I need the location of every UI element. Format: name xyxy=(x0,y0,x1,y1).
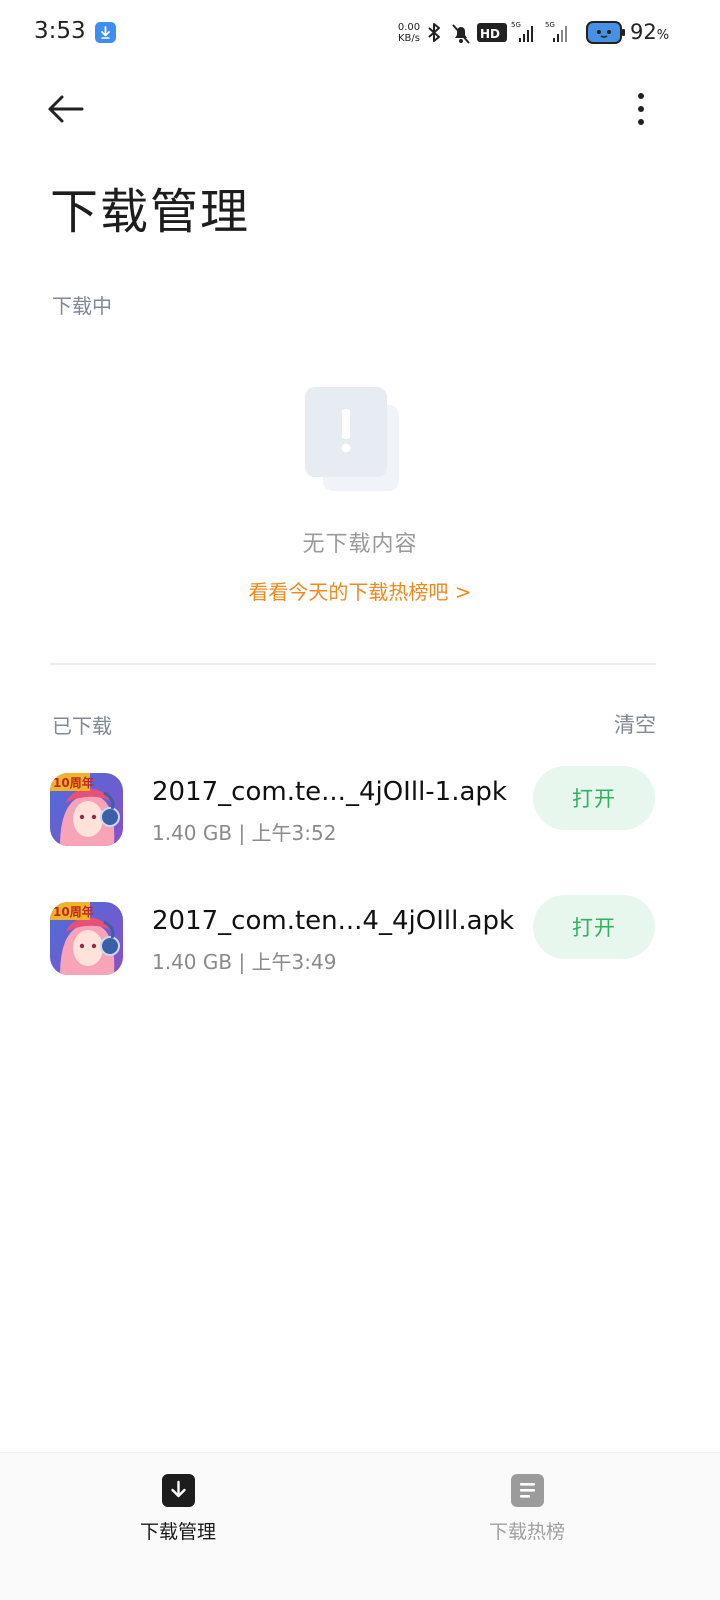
downloaded-file-row[interactable]: 10周年 2017_com.te..._4jOIll-1.apk 1.40 GB… xyxy=(0,755,720,846)
downloaded-file-row[interactable]: 10周年 2017_com.ten...4_4jOIll.apk 1.40 GB… xyxy=(0,884,720,975)
signal-icon: 5G xyxy=(511,21,533,42)
hot-list-link[interactable]: 看看今天的下载热榜吧 > xyxy=(0,576,720,605)
nav-label: 下载热榜 xyxy=(488,1521,565,1543)
hot-list-icon xyxy=(511,1474,544,1507)
bottom-navigation: 下载管理 下载热榜 xyxy=(0,1452,720,1600)
nav-label: 下载管理 xyxy=(139,1521,216,1543)
page-title: 下载管理 xyxy=(50,184,251,240)
file-meta: 1.40 GB | 上午3:52 xyxy=(152,821,337,845)
more-options-button[interactable] xyxy=(620,88,662,132)
download-notification-icon xyxy=(95,22,116,43)
battery-percent-unit: % xyxy=(656,28,670,43)
signal-1-label: 5G xyxy=(511,21,521,29)
battery-percent: 92% xyxy=(630,20,669,44)
download-manage-icon xyxy=(162,1474,195,1507)
status-bar: 3:53 0.00 KB/s HD 5G 5G 92% xyxy=(0,0,720,66)
bluetooth-icon xyxy=(428,23,440,42)
section-divider xyxy=(50,663,656,665)
clear-button[interactable]: 清空 xyxy=(614,709,656,739)
battery-icon xyxy=(586,21,625,44)
status-icons-group: HD 5G 5G xyxy=(428,21,625,44)
status-time: 3:53 xyxy=(34,18,86,44)
nav-tab-download-manage[interactable]: 下载管理 xyxy=(78,1453,278,1563)
app-icon: 10周年 xyxy=(50,902,123,975)
net-speed-unit: KB/s xyxy=(398,33,420,44)
open-button[interactable]: 打开 xyxy=(533,895,655,959)
net-speed-value: 0.00 xyxy=(397,22,421,33)
nav-tab-hot-list[interactable]: 下载热榜 xyxy=(427,1453,627,1563)
back-button[interactable] xyxy=(44,88,88,132)
net-speed: 0.00 KB/s xyxy=(394,22,424,44)
file-name: 2017_com.ten...4_4jOIll.apk xyxy=(152,906,515,936)
empty-state-icon xyxy=(305,387,401,491)
signal-icon: 5G xyxy=(545,21,567,42)
more-vertical-icon xyxy=(638,93,644,125)
battery-percent-value: 92 xyxy=(630,20,657,44)
empty-state-text: 无下载内容 xyxy=(302,532,418,557)
back-arrow-icon xyxy=(48,95,84,123)
hd-badge-text: HD xyxy=(480,27,500,41)
file-meta: 1.40 GB | 上午3:49 xyxy=(152,950,337,974)
app-icon-badge: 10周年 xyxy=(53,904,94,919)
section-label-downloading: 下载中 xyxy=(52,294,112,318)
signal-2-label: 5G xyxy=(545,21,555,29)
app-icon-badge: 10周年 xyxy=(53,775,94,790)
file-name: 2017_com.te..._4jOIll-1.apk xyxy=(152,777,507,807)
section-label-downloaded: 已下载 xyxy=(52,714,112,738)
hd-icon: HD xyxy=(477,23,507,42)
mute-icon xyxy=(452,24,470,44)
open-button[interactable]: 打开 xyxy=(533,766,655,830)
app-icon: 10周年 xyxy=(50,773,123,846)
download-manager-page: 3:53 0.00 KB/s HD 5G 5G 92% 下载管理 下载中 无下载… xyxy=(0,0,720,1600)
